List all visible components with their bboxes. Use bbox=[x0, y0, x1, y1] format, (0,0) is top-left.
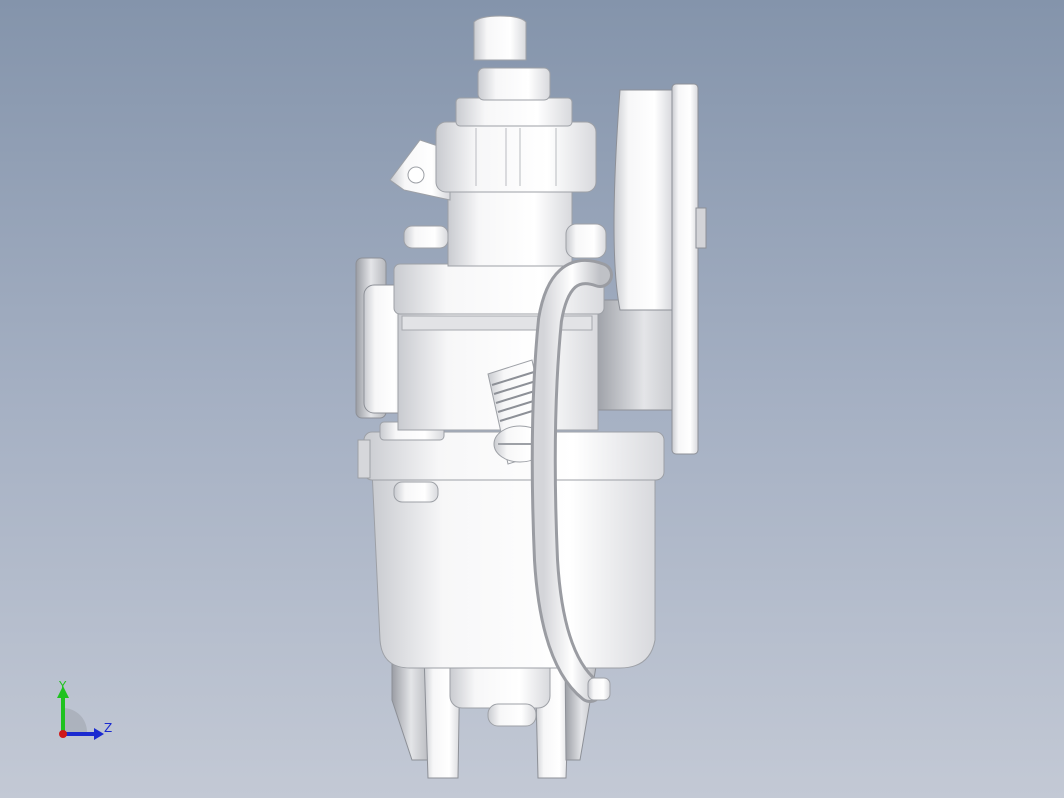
z-axis-label: Z bbox=[104, 721, 113, 735]
y-axis-label: Y bbox=[59, 679, 67, 693]
view-quadrant-icon bbox=[63, 708, 87, 732]
top-cap bbox=[435, 15, 597, 193]
3d-viewport[interactable]: Y Z bbox=[0, 0, 1064, 798]
axis-triad: Y Z bbox=[40, 672, 130, 752]
carburetor-model[interactable] bbox=[0, 0, 1064, 798]
x-axis-dot bbox=[59, 730, 67, 738]
